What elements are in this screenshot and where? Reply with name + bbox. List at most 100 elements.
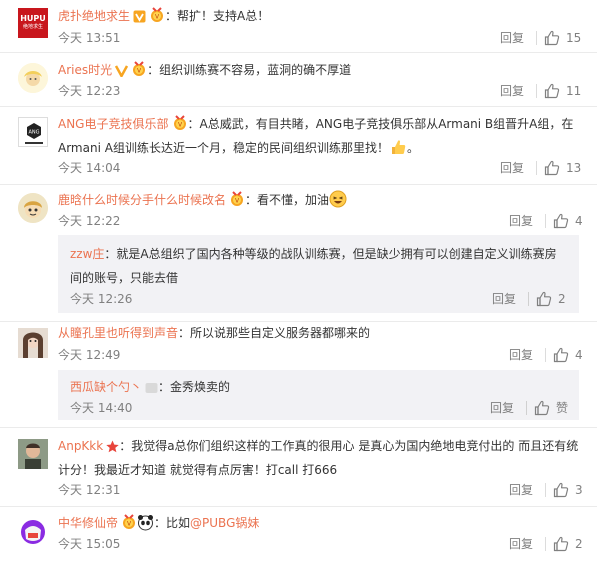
thumb-up-icon bbox=[544, 83, 560, 99]
avatar-text: ANG bbox=[28, 130, 39, 136]
comment-item: 中华修仙帝 ：比如@PUBG锅妹 今天 15:05 回复 2 bbox=[0, 507, 597, 564]
thumb-up-icon bbox=[536, 291, 552, 307]
avatar-image bbox=[18, 517, 48, 547]
sub-like-label: 赞 bbox=[556, 401, 569, 415]
comment-item: HUPU 绝地求生 虎扑绝地求生 ：帮扩！支持A总！ 今天 13:51 回复 15 bbox=[0, 0, 597, 53]
sub-reply: 西瓜缺个勺丶 ：金秀焕卖的 今天 14:40 回复 赞 bbox=[58, 370, 579, 420]
like-count: 11 bbox=[566, 84, 582, 98]
username-link[interactable]: 虎扑绝地求生 bbox=[58, 9, 130, 23]
avatar[interactable]: ANG bbox=[18, 117, 48, 147]
avatar[interactable]: HUPU 绝地求生 bbox=[18, 8, 48, 38]
sub-reply-button[interactable]: 回复 bbox=[492, 290, 516, 308]
thumb-up-icon bbox=[553, 347, 569, 363]
sub-reply-text: ：金秀焕卖的 bbox=[158, 380, 231, 394]
comment-time: 今天 13:51 bbox=[58, 31, 121, 45]
sub-reply-time: 今天 12:26 bbox=[70, 292, 133, 306]
divider bbox=[536, 161, 537, 175]
comment-time: 今天 12:31 bbox=[58, 483, 121, 497]
reply-button[interactable]: 回复 bbox=[500, 82, 524, 100]
comment-body: 中华修仙帝 ：比如@PUBG锅妹 bbox=[58, 511, 583, 535]
comment-meta: 今天 14:04 回复 13 bbox=[58, 159, 583, 177]
divider bbox=[536, 84, 537, 98]
sub-reply-text-line2: 间的账号，只能去借 bbox=[70, 271, 179, 285]
avatar[interactable] bbox=[18, 439, 48, 469]
medal-icon bbox=[149, 7, 165, 23]
comment-text: ：组织训练赛不容易，蓝洞的确不厚道 bbox=[147, 63, 352, 77]
reply-button[interactable]: 回复 bbox=[509, 346, 533, 364]
like-count: 4 bbox=[575, 214, 583, 228]
avatar-image bbox=[18, 328, 48, 358]
medal-icon bbox=[229, 191, 245, 207]
like-count: 3 bbox=[575, 483, 583, 497]
comment-text-line2: 计分！我最近才知道 就觉得有点厉害！打call 打666 bbox=[58, 463, 338, 477]
comment-meta: 今天 13:51 回复 15 bbox=[58, 29, 583, 47]
divider bbox=[545, 348, 546, 362]
medal-icon bbox=[121, 514, 137, 530]
star-icon bbox=[106, 440, 119, 453]
avatar[interactable] bbox=[18, 517, 48, 547]
avatar[interactable] bbox=[18, 193, 48, 223]
sub-reply-body: 西瓜缺个勺丶 ：金秀焕卖的 bbox=[70, 375, 565, 399]
comment-meta: 今天 12:23 回复 11 bbox=[58, 82, 583, 100]
username-link[interactable]: 从瞳孔里也听得到声音 bbox=[58, 326, 178, 340]
reply-button[interactable]: 回复 bbox=[500, 29, 524, 47]
divider bbox=[526, 401, 527, 415]
comment-meta: 今天 12:31 回复 3 bbox=[58, 481, 583, 499]
comment-body: AnpKkk ：我觉得a总你们组织这样的工作真的很用心 是真心为国内绝地电竞付出的… bbox=[58, 434, 583, 482]
thumb-up-icon bbox=[544, 160, 560, 176]
avatar-subtext: 绝地求生 bbox=[22, 24, 43, 30]
avatar[interactable] bbox=[18, 63, 48, 93]
comment-item: ANG ANG电子竞技俱乐部 ：A总威武，有目共睹，ANG电子竞技俱乐部从Arma… bbox=[0, 107, 597, 185]
comment-body: 从瞳孔里也听得到声音：所以说那些自定义服务器都哪来的 bbox=[58, 321, 583, 345]
mention-link[interactable]: @PUBG锅妹 bbox=[190, 516, 259, 530]
medal-icon bbox=[131, 61, 147, 77]
vip-icon bbox=[115, 65, 129, 77]
avatar-image bbox=[18, 63, 48, 93]
username-link[interactable]: AnpKkk bbox=[58, 439, 103, 453]
like-count: 2 bbox=[575, 537, 583, 551]
thumb-up-icon bbox=[544, 30, 560, 46]
sub-reply-body: zzw庄：就是A总组织了国内各种等级的战队训练赛，但是缺少拥有可以创建自定义训练… bbox=[70, 242, 565, 290]
thumb-up-icon bbox=[553, 482, 569, 498]
avatar-image bbox=[18, 193, 48, 223]
reply-button[interactable]: 回复 bbox=[509, 535, 533, 553]
comment-meta: 今天 12:49 回复 4 bbox=[58, 346, 583, 364]
reply-button[interactable]: 回复 bbox=[509, 481, 533, 499]
comment-body: Aries时光 ：组织训练赛不容易，蓝洞的确不厚道 bbox=[58, 58, 583, 82]
sub-like-count: 2 bbox=[558, 292, 566, 306]
comment-text-line2: Armani A组训练长达近一个月，稳定的民间组织训练那里找！ bbox=[58, 141, 389, 155]
comment-text: ：帮扩！支持A总！ bbox=[165, 9, 270, 23]
comment-item: Aries时光 ：组织训练赛不容易，蓝洞的确不厚道 今天 12:23 回复 11 bbox=[0, 53, 597, 107]
like-count: 4 bbox=[575, 348, 583, 362]
sub-reply-text-line1: ：就是A总组织了国内各种等级的战队训练赛，但是缺少拥有可以创建自定义训练赛房 bbox=[104, 247, 557, 261]
sub-reply-time: 今天 14:40 bbox=[70, 401, 133, 415]
avatar[interactable] bbox=[18, 328, 48, 358]
comment-time: 今天 14:04 bbox=[58, 161, 121, 175]
thumbs-up-emoji-icon bbox=[391, 140, 406, 154]
like-count: 13 bbox=[566, 161, 582, 175]
sub-reply-button[interactable]: 回复 bbox=[490, 399, 514, 417]
username-link[interactable]: 中华修仙帝 bbox=[58, 516, 118, 530]
divider bbox=[536, 31, 537, 45]
reply-button[interactable]: 回复 bbox=[509, 212, 533, 230]
divider bbox=[545, 537, 546, 551]
verified-icon bbox=[133, 10, 146, 23]
avatar-text: HUPU bbox=[20, 14, 46, 23]
fan-badge-icon bbox=[145, 383, 158, 393]
comment-time: 今天 12:22 bbox=[58, 214, 121, 228]
comment-body: ANG电子竞技俱乐部 ：A总威武，有目共睹，ANG电子竞技俱乐部从Armani B… bbox=[58, 112, 583, 160]
sub-username-link[interactable]: zzw庄 bbox=[70, 247, 104, 261]
comment-item: AnpKkk ：我觉得a总你们组织这样的工作真的很用心 是真心为国内绝地电竞付出的… bbox=[0, 428, 597, 507]
laughing-emoji-icon bbox=[329, 190, 347, 208]
reply-button[interactable]: 回复 bbox=[500, 159, 524, 177]
comment-text: ：看不懂，加油 bbox=[245, 193, 330, 207]
sub-reply: zzw庄：就是A总组织了国内各种等级的战队训练赛，但是缺少拥有可以创建自定义训练… bbox=[58, 235, 579, 313]
comment-text-line1: ：我觉得a总你们组织这样的工作真的很用心 是真心为国内绝地电竞付出的 而且还有统 bbox=[119, 439, 579, 453]
username-link[interactable]: 鹿晗什么时候分手什么时候改名 bbox=[58, 193, 226, 207]
comment-text-line1: ：A总威武，有目共睹，ANG电子竞技俱乐部从Armani B组晋升A组，在 bbox=[187, 117, 574, 131]
username-link[interactable]: ANG电子竞技俱乐部 bbox=[58, 117, 169, 131]
thumb-up-icon bbox=[553, 213, 569, 229]
username-link[interactable]: Aries时光 bbox=[58, 63, 112, 77]
divider bbox=[545, 483, 546, 497]
sub-username-link[interactable]: 西瓜缺个勺丶 bbox=[70, 380, 142, 394]
